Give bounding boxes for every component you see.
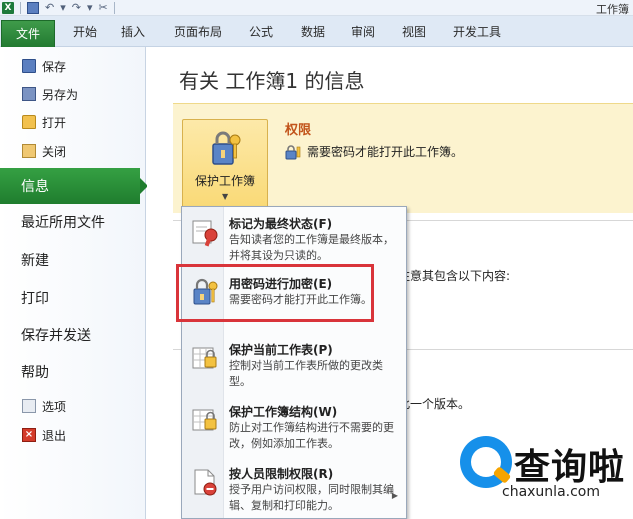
nav-save-as-label: 另存为	[42, 87, 79, 102]
nav-options-label: 选项	[42, 399, 67, 414]
title-bar: X ↶ ▾ ↷ ▾ ✂ 工作簿	[0, 0, 633, 16]
menu-item-protect-structure[interactable]: 保护工作簿结构(W) 防止对工作簿结构进行不需要的更改，例如添加工作表。	[182, 403, 406, 457]
nav-save-send[interactable]: 保存并发送	[0, 317, 146, 353]
quick-access-toolbar: X ↶ ▾ ↷ ▾ ✂	[0, 0, 115, 16]
tab-home[interactable]: 开始	[66, 21, 104, 43]
open-folder-icon	[22, 115, 36, 129]
nav-save-as[interactable]: 另存为	[0, 82, 146, 106]
menu-item-title: 保护当前工作表(P)	[229, 343, 333, 357]
window-title: 工作簿	[596, 3, 629, 16]
menu-item-title: 保护工作簿结构(W)	[229, 405, 338, 419]
protect-workbook-button[interactable]: 保护工作簿 ▼	[182, 119, 268, 211]
nav-new-label: 新建	[21, 253, 49, 269]
excel-logo-icon: X	[2, 2, 14, 14]
menu-item-desc: 授予用户访问权限，同时限制其编辑、复制和打印能力。	[229, 483, 394, 512]
close-folder-icon	[22, 144, 36, 158]
menu-item-title: 按人员限制权限(R)	[229, 467, 334, 481]
mini-lock-icon	[285, 144, 301, 159]
permissions-desc-text: 需要密码才能打开此工作簿。	[307, 145, 464, 159]
protect-sheet-icon	[192, 347, 217, 369]
watermark-brand: 查询啦	[514, 447, 626, 488]
tab-insert[interactable]: 插入	[114, 21, 152, 43]
tab-formulas[interactable]: 公式	[244, 21, 278, 43]
protect-structure-icon	[192, 409, 217, 431]
nav-close-label: 关闭	[42, 144, 67, 159]
nav-info[interactable]: 信息	[0, 168, 148, 204]
watermark: 查询啦 chaxunla.com	[458, 432, 633, 519]
protect-workbook-label: 保护工作簿	[194, 174, 255, 188]
nav-close[interactable]: 关闭	[0, 139, 146, 163]
lock-key-icon	[212, 131, 241, 165]
tab-file[interactable]: 文件	[1, 20, 55, 47]
search-logo-icon	[460, 436, 512, 488]
redo-icon[interactable]: ↷	[72, 2, 81, 14]
nav-save-send-label: 保存并发送	[21, 328, 91, 344]
permissions-heading: 权限	[285, 123, 312, 138]
menu-item-desc: 防止对工作簿结构进行不需要的更改，例如添加工作表。	[229, 421, 394, 450]
menu-item-desc: 告知读者您的工作簿是最终版本，并将其设为只读的。	[229, 233, 394, 262]
save-as-icon	[22, 87, 36, 101]
quick-save-icon[interactable]	[27, 2, 39, 14]
toolbar-separator	[20, 2, 21, 14]
nav-exit[interactable]: × 退出	[0, 423, 146, 447]
menu-item-desc: 控制对当前工作表所做的更改类型。	[229, 359, 383, 388]
customize-toolbar-icon[interactable]: ✂	[99, 2, 108, 14]
nav-help[interactable]: 帮助	[0, 354, 146, 390]
tab-review[interactable]: 审阅	[346, 21, 380, 43]
chevron-down-icon: ▼	[222, 192, 229, 201]
nav-recent-label: 最近所用文件	[21, 215, 105, 231]
save-icon	[22, 59, 36, 73]
nav-new[interactable]: 新建	[0, 242, 146, 278]
nav-options[interactable]: 选项	[0, 394, 146, 418]
dropdown-arrow-icon[interactable]: ▾	[60, 2, 66, 14]
backstage-nav: 保存 另存为 打开 关闭 信息 最近所用文件 新建 打印 保存并发送 帮助 选项…	[0, 47, 148, 519]
nav-print[interactable]: 打印	[0, 280, 146, 316]
exit-icon: ×	[22, 428, 36, 442]
dropdown-arrow-icon[interactable]: ▾	[87, 2, 93, 14]
nav-open-label: 打开	[42, 115, 67, 130]
tab-data[interactable]: 数据	[296, 21, 330, 43]
nav-save[interactable]: 保存	[0, 54, 146, 78]
watermark-url: chaxunla.com	[502, 484, 600, 500]
menu-item-title: 标记为最终状态(F)	[229, 217, 333, 231]
menu-item-restrict-permission[interactable]: 按人员限制权限(R) 授予用户访问权限，同时限制其编辑、复制和打印能力。 ▶	[182, 465, 406, 519]
chevron-right-icon: ▶	[391, 491, 398, 500]
menu-item-protect-sheet[interactable]: 保护当前工作表(P) 控制对当前工作表所做的更改类型。	[182, 341, 406, 393]
nav-save-label: 保存	[42, 59, 67, 74]
tab-developer[interactable]: 开发工具	[447, 21, 507, 43]
versions-partial-text: 此一个版本。	[398, 397, 471, 411]
undo-icon[interactable]: ↶	[45, 2, 54, 14]
options-icon	[22, 399, 36, 413]
toolbar-separator	[113, 2, 115, 14]
nav-exit-label: 退出	[42, 428, 67, 443]
nav-open[interactable]: 打开	[0, 110, 146, 134]
inspect-partial-text: 注意其包含以下内容:	[398, 269, 511, 283]
nav-info-label: 信息	[21, 179, 49, 195]
tab-view[interactable]: 视图	[397, 21, 431, 43]
permissions-description: 需要密码才能打开此工作簿。	[285, 143, 463, 160]
menu-item-mark-final[interactable]: 标记为最终状态(F) 告知读者您的工作簿是最终版本，并将其设为只读的。	[182, 215, 406, 267]
protect-workbook-menu: 标记为最终状态(F) 告知读者您的工作簿是最终版本，并将其设为只读的。 用密码进…	[181, 206, 407, 519]
ribbon-tabs: 文件 开始 插入 页面布局 公式 数据 审阅 视图 开发工具	[0, 16, 633, 47]
restrict-permission-icon	[194, 469, 217, 496]
nav-print-label: 打印	[21, 291, 49, 307]
nav-recent[interactable]: 最近所用文件	[0, 204, 146, 240]
tab-page-layout[interactable]: 页面布局	[170, 21, 226, 43]
mark-final-icon	[192, 220, 218, 247]
page-title: 有关 工作簿1 的信息	[179, 69, 365, 93]
nav-help-label: 帮助	[21, 365, 49, 381]
highlight-box	[176, 264, 374, 322]
